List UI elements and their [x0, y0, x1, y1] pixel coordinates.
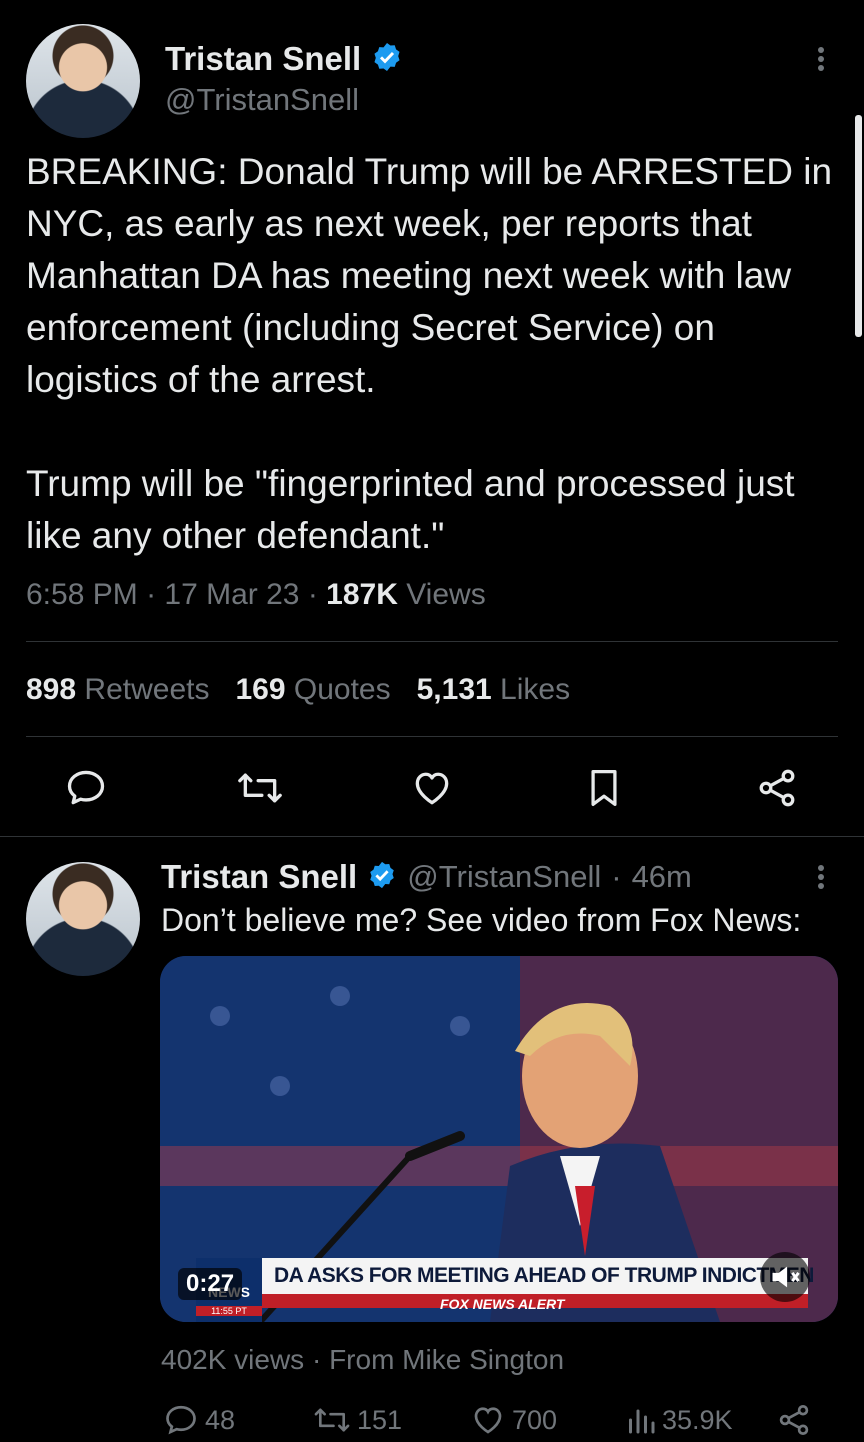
reply-icon	[166, 1405, 196, 1435]
analytics-icon	[629, 1409, 655, 1434]
reply-icon[interactable]	[64, 766, 108, 810]
retweet-count: 151	[357, 1404, 403, 1435]
video-duration: 0:27	[178, 1268, 243, 1300]
more-icon[interactable]	[818, 44, 824, 74]
divider	[0, 836, 864, 837]
author-block: Tristan Snell @TristanSnell	[165, 40, 403, 118]
likes-label: Likes	[500, 673, 571, 706]
tweet-meta: 6:58 PM · 17 Mar 23 · 187K Views	[26, 578, 486, 611]
reply-count: 48	[205, 1404, 236, 1435]
reply-text: Don’t believe me? See video from Fox New…	[161, 902, 802, 938]
video-views: 402K views	[161, 1344, 305, 1375]
tweet-text: BREAKING: Donald Trump will be ARRESTED …	[26, 146, 836, 562]
avatar[interactable]	[26, 24, 140, 138]
bookmark-icon[interactable]	[584, 766, 624, 810]
quotes-count: 169	[235, 673, 286, 706]
engagement-stats: 898 Retweets 169 Quotes 5,131 Likes	[26, 673, 570, 707]
separator: ·	[611, 859, 622, 894]
tweet-date[interactable]: 17 Mar 23	[164, 578, 299, 611]
views-count: 35.9K	[662, 1404, 733, 1435]
more-icon[interactable]	[818, 862, 824, 892]
share-icon[interactable]	[755, 766, 799, 810]
retweet-icon[interactable]	[236, 766, 284, 810]
verified-badge-icon	[367, 860, 397, 895]
mute-icon[interactable]	[760, 1252, 810, 1302]
views-button[interactable]: 35.9K	[626, 1402, 733, 1438]
broadcast-clock: 11:55 PT	[196, 1306, 262, 1316]
like-button[interactable]: 700	[470, 1402, 557, 1438]
scrollbar[interactable]	[855, 115, 862, 337]
avatar[interactable]	[26, 862, 140, 976]
author-name[interactable]: Tristan Snell	[165, 40, 361, 78]
reply-button[interactable]: 48	[163, 1402, 235, 1438]
alert-text: FOX NEWS ALERT	[440, 1296, 565, 1312]
retweet-button[interactable]: 151	[313, 1402, 402, 1438]
tweet-text-paragraph: BREAKING: Donald Trump will be ARRESTED …	[26, 151, 833, 400]
verified-badge-icon	[371, 41, 403, 78]
divider	[26, 736, 838, 737]
retweet-icon	[314, 1408, 350, 1432]
like-count: 700	[512, 1404, 558, 1435]
author-name[interactable]: Tristan Snell	[161, 858, 357, 896]
divider	[26, 641, 838, 642]
likes-stat[interactable]: 5,131 Likes	[417, 673, 570, 707]
video-source[interactable]: From Mike Sington	[329, 1344, 564, 1375]
author-handle[interactable]: @TristanSnell	[165, 82, 403, 118]
separator: ·	[311, 1344, 330, 1375]
author-handle[interactable]: @TristanSnell	[407, 859, 601, 895]
retweets-label: Retweets	[84, 673, 210, 706]
likes-count: 5,131	[416, 673, 492, 706]
video-attribution: 402K views · From Mike Sington	[161, 1344, 564, 1376]
chyron-text: DA ASKS FOR MEETING AHEAD OF TRUMP INDIC…	[274, 1264, 814, 1287]
video-player[interactable]: NEWS 11:55 PT DA ASKS FOR MEETING AHEAD …	[160, 956, 838, 1322]
retweets-count: 898	[26, 673, 77, 706]
retweets-stat[interactable]: 898 Retweets	[26, 673, 209, 707]
views-count: 187K	[326, 578, 398, 611]
tweet-time[interactable]: 6:58 PM	[26, 578, 138, 611]
quotes-label: Quotes	[293, 673, 391, 706]
share-icon	[779, 1405, 809, 1435]
like-icon[interactable]	[410, 766, 454, 810]
reply-header: Tristan Snell @TristanSnell · 46m	[161, 858, 692, 896]
quotes-stat[interactable]: 169 Quotes	[235, 673, 390, 707]
share-button[interactable]	[776, 1402, 812, 1438]
views-label: Views	[406, 578, 486, 611]
tweet-text-paragraph: Trump will be "fingerprinted and process…	[26, 463, 795, 556]
like-icon	[474, 1407, 502, 1434]
reply-age[interactable]: 46m	[632, 859, 692, 895]
